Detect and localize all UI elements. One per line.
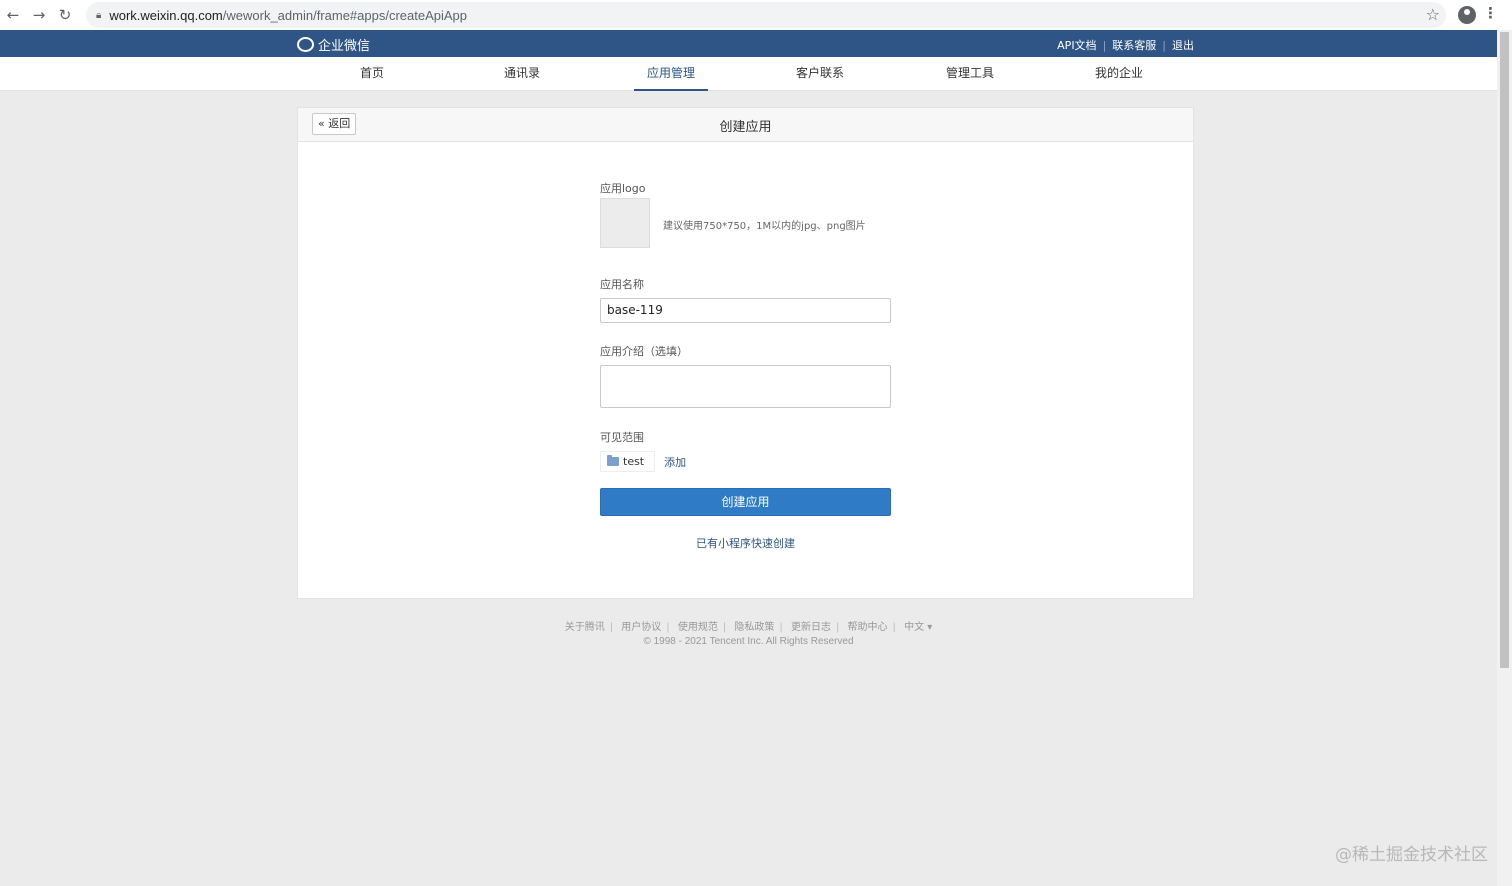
- lock-icon: 🔒︎: [96, 9, 102, 21]
- logo-label: 应用logo: [600, 182, 646, 195]
- logo-hint: 建议使用750*750，1M以内的jpg、png图片: [663, 221, 866, 232]
- page-title: 创建应用: [719, 120, 772, 135]
- app-name-label: 应用名称: [600, 278, 644, 291]
- url-host: work.weixin.qq.com: [109, 7, 223, 23]
- folder-icon: [607, 455, 619, 466]
- brand-name: 企业微信: [318, 39, 371, 54]
- language-select[interactable]: 中文 ▾: [904, 622, 932, 633]
- reload-icon[interactable]: ↻: [52, 0, 78, 30]
- contact-support-link[interactable]: 联系客服: [1112, 37, 1156, 53]
- copyright-text: © 1998 - 2021 Tencent Inc. All Rights Re…: [643, 636, 854, 647]
- visible-scope-label: 可见范围: [600, 431, 644, 444]
- scrollbar-thumb[interactable]: [1500, 32, 1509, 668]
- tab-home[interactable]: 首页: [332, 57, 412, 91]
- bookmark-star-icon[interactable]: ☆: [1426, 5, 1440, 24]
- app-intro-label: 应用介绍（选填）: [600, 345, 688, 358]
- footer-link-privacy[interactable]: 隐私政策: [734, 622, 774, 633]
- url-path: /wework_admin/frame#apps/createApiApp: [222, 7, 468, 23]
- app-intro-textarea[interactable]: [600, 365, 891, 408]
- footer-link-changelog[interactable]: 更新日志: [791, 622, 831, 633]
- visible-scope-row: test 添加: [600, 451, 891, 472]
- app-header: 企业微信 API文档 | 联系客服 | 退出: [0, 30, 1497, 57]
- create-app-form: 应用logo 建议使用750*750，1M以内的jpg、png图片 应用名称 b…: [600, 180, 891, 551]
- scope-tag-label: test: [623, 455, 645, 468]
- tab-customer-contact[interactable]: 客户联系: [780, 57, 860, 91]
- create-app-button[interactable]: 创建应用: [600, 488, 891, 516]
- header-separator: |: [1102, 38, 1107, 52]
- footer-separator: |: [609, 622, 614, 633]
- forward-arrow-icon[interactable]: →: [26, 0, 52, 30]
- footer-link-agreement[interactable]: 用户协议: [621, 622, 661, 633]
- api-docs-link[interactable]: API文档: [1057, 37, 1096, 53]
- add-scope-link[interactable]: 添加: [664, 454, 686, 470]
- address-bar[interactable]: 🔒︎ work.weixin.qq.com/wework_admin/frame…: [86, 2, 1446, 28]
- header-links: API文档 | 联系客服 | 退出: [1057, 37, 1194, 53]
- main-nav: 首页 通讯录 应用管理 客户联系 管理工具 我的企业: [0, 57, 1497, 91]
- tab-my-enterprise[interactable]: 我的企业: [1079, 57, 1159, 91]
- create-app-card: « 返回 创建应用 应用logo 建议使用750*750，1M以内的jpg、pn…: [297, 107, 1194, 599]
- footer-separator: |: [892, 622, 896, 633]
- card-header: « 返回 创建应用: [298, 108, 1193, 142]
- tab-app-management[interactable]: 应用管理: [634, 57, 708, 91]
- footer-separator: |: [835, 622, 840, 633]
- tab-management-tools[interactable]: 管理工具: [930, 57, 1010, 91]
- mini-program-create-link[interactable]: 已有小程序快速创建: [600, 535, 891, 551]
- footer-separator: |: [666, 622, 670, 633]
- footer-link-help[interactable]: 帮助中心: [848, 622, 888, 633]
- scope-tag[interactable]: test: [600, 451, 656, 472]
- header-separator: |: [1162, 38, 1166, 52]
- browser-menu-icon[interactable]: ⋮: [1483, 4, 1498, 22]
- footer-separator: |: [779, 622, 783, 633]
- profile-avatar-icon[interactable]: [1458, 6, 1476, 24]
- back-arrow-icon[interactable]: ←: [0, 0, 26, 30]
- brand-logo[interactable]: 企业微信: [297, 35, 370, 54]
- footer-link-about[interactable]: 关于腾讯: [565, 622, 605, 633]
- watermark: @稀土掘金技术社区: [1335, 845, 1488, 865]
- footer-link-usage-rules[interactable]: 使用规范: [678, 622, 718, 633]
- footer-separator: |: [722, 622, 727, 633]
- footer-links: 关于腾讯 | 用户协议 | 使用规范 | 隐私政策 | 更新日志 | 帮助中心 | 中文 ▾: [0, 618, 1497, 633]
- logo-upload[interactable]: [600, 198, 650, 248]
- wework-logo-icon: [297, 37, 314, 52]
- app-name-input[interactable]: base-119: [600, 298, 891, 323]
- browser-toolbar: ← → ↻ 🔒︎ work.weixin.qq.com/wework_admin…: [0, 0, 1512, 30]
- tab-contacts[interactable]: 通讯录: [482, 57, 562, 91]
- logout-link[interactable]: 退出: [1172, 37, 1194, 53]
- page-scrollbar[interactable]: [1497, 30, 1512, 886]
